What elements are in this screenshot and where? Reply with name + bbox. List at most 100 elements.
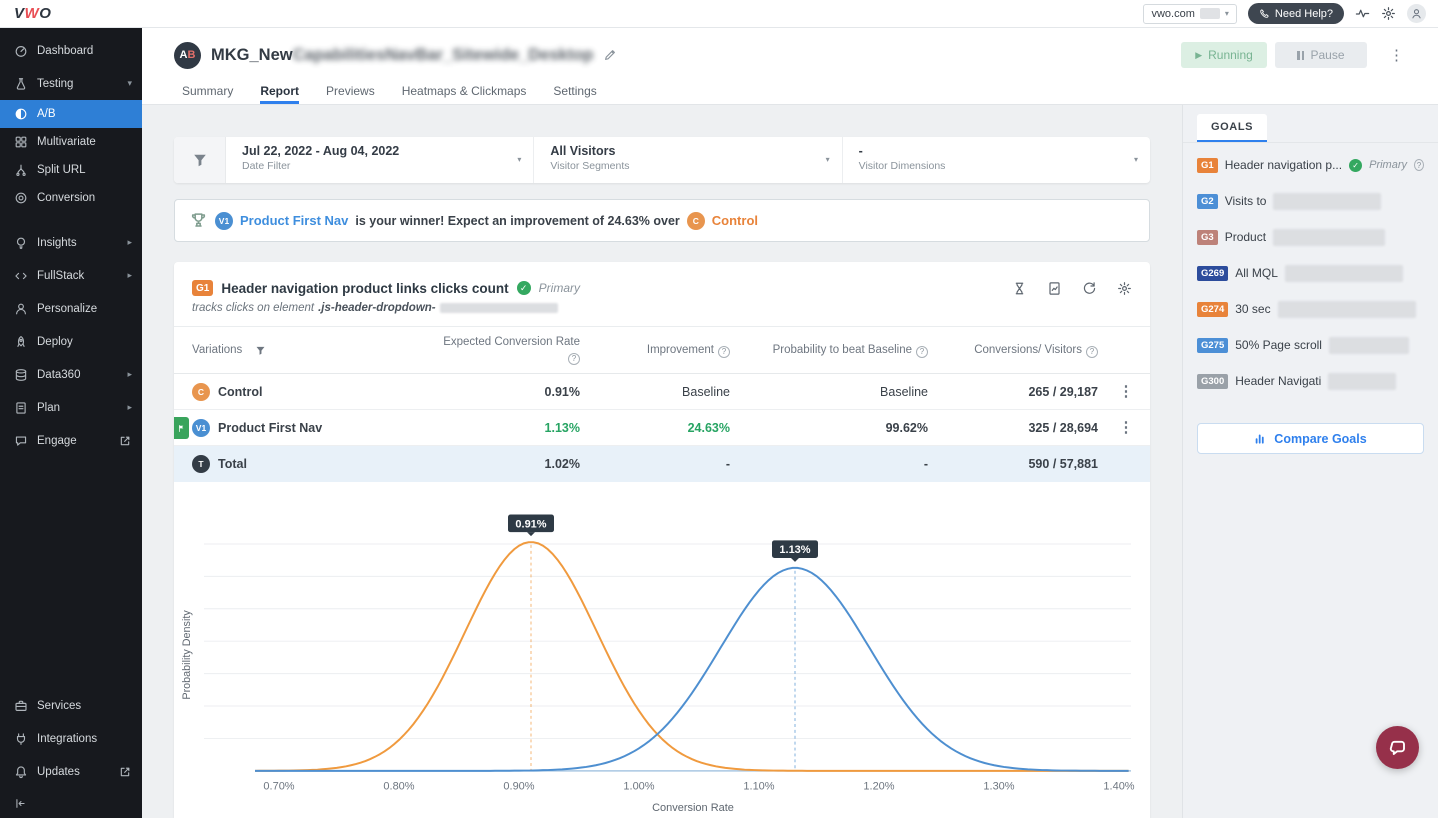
sidebar-item-engage[interactable]: Engage: [0, 424, 142, 457]
sidebar-item-ab[interactable]: A/B: [0, 100, 142, 128]
col-expected: Expected Conversion Rate?: [424, 335, 584, 364]
conversions: 325 / 28,694: [932, 421, 1102, 435]
sidebar-collapse-button[interactable]: [0, 788, 142, 818]
dimensions-dropdown[interactable]: - Visitor Dimensions ▾: [843, 137, 1150, 183]
compare-goals-label: Compare Goals: [1274, 432, 1366, 446]
sidebar-item-insights[interactable]: Insights▸: [0, 226, 142, 259]
redacted-text: [1278, 301, 1416, 318]
redacted-text: [440, 303, 558, 313]
control-badge: C: [687, 212, 705, 230]
goal-list-item[interactable]: G3 Product: [1197, 227, 1424, 247]
winner-text: is your winner! Expect an improvement of…: [355, 214, 679, 228]
row-options-icon[interactable]: ⋮: [1119, 419, 1134, 436]
sidebar-item-plan[interactable]: Plan▸: [0, 391, 142, 424]
rocket-icon: [14, 335, 28, 349]
sidebar-item-updates[interactable]: Updates: [0, 755, 142, 788]
chevron-down-icon: ▾: [1225, 9, 1229, 18]
goal-list-item[interactable]: G300 Header Navigati: [1197, 371, 1424, 391]
col-improvement: Improvement?: [584, 343, 734, 358]
redacted-text: [1328, 373, 1396, 390]
redacted-text: [1273, 229, 1385, 246]
goal-list-item[interactable]: G274 30 sec: [1197, 299, 1424, 319]
sidebar-item-multivariate[interactable]: Multivariate: [0, 128, 142, 156]
goal-list-item[interactable]: G269 All MQL: [1197, 263, 1424, 283]
edit-title-icon[interactable]: [603, 48, 617, 62]
hourglass-icon[interactable]: [1012, 281, 1027, 296]
bar-chart-icon: [1254, 432, 1267, 445]
sidebar-item-label: Split URL: [37, 164, 86, 176]
svg-text:0.91%: 0.91%: [515, 518, 546, 530]
gear-icon[interactable]: [1117, 281, 1132, 296]
tab-report[interactable]: Report: [260, 84, 299, 104]
svg-text:Probability Density: Probability Density: [181, 610, 193, 700]
compare-goals-button[interactable]: Compare Goals: [1197, 423, 1424, 454]
ab-test-icon: [14, 107, 28, 121]
external-link-icon: [118, 434, 132, 448]
sidebar-item-fullstack[interactable]: FullStack▸: [0, 259, 142, 292]
filter-bar: Jul 22, 2022 - Aug 04, 2022 Date Filter …: [174, 137, 1150, 183]
account-selector[interactable]: vwo.com ▾: [1143, 4, 1236, 24]
info-icon[interactable]: ?: [1414, 159, 1424, 171]
goal-list-item[interactable]: G1 Header navigation p... ✓ Primary ?: [1197, 155, 1424, 175]
goal-header: G1 Header navigation product links click…: [174, 262, 1150, 296]
refresh-icon[interactable]: [1082, 281, 1097, 296]
sidebar-item-label: Engage: [37, 435, 77, 447]
running-button[interactable]: ▶Running: [1181, 42, 1267, 68]
sidebar-item-label: Data360: [37, 369, 80, 381]
sidebar-item-services[interactable]: Services: [0, 689, 142, 722]
segments-dropdown[interactable]: All Visitors Visitor Segments ▾: [534, 137, 842, 183]
more-options-icon[interactable]: ⋮: [1389, 48, 1404, 63]
sidebar-item-testing[interactable]: Testing▾: [0, 67, 142, 100]
report-tabs: Summary Report Previews Heatmaps & Click…: [142, 74, 1438, 104]
tab-previews[interactable]: Previews: [326, 84, 375, 104]
sidebar-item-conversion[interactable]: Conversion: [0, 184, 142, 212]
chat-widget-button[interactable]: [1376, 726, 1419, 769]
row-options-icon[interactable]: ⋮: [1119, 383, 1134, 400]
report-icon[interactable]: [1047, 281, 1062, 296]
tab-heatmaps[interactable]: Heatmaps & Clickmaps: [402, 84, 527, 104]
page-header: AB MKG_NewCapabilitiesNavBar_Sitewide_De…: [142, 28, 1438, 105]
badge-letter: B: [188, 49, 196, 61]
table-header-row: Variations Expected Conversion Rate? Imp…: [174, 327, 1150, 374]
topbar-actions: vwo.com ▾ Need Help?: [1143, 3, 1426, 24]
date-filter-dropdown[interactable]: Jul 22, 2022 - Aug 04, 2022 Date Filter …: [226, 137, 534, 183]
info-icon[interactable]: ?: [1086, 346, 1098, 358]
sidebar-item-deploy[interactable]: Deploy: [0, 325, 142, 358]
user-avatar[interactable]: [1407, 4, 1426, 23]
tab-summary[interactable]: Summary: [182, 84, 233, 104]
external-link-icon: [118, 765, 132, 779]
tab-settings[interactable]: Settings: [553, 84, 596, 104]
svg-text:1.13%: 1.13%: [779, 544, 810, 556]
sidebar-item-integrations[interactable]: Integrations: [0, 722, 142, 755]
bulb-icon: [14, 236, 28, 250]
chevron-down-icon: ▾: [1134, 155, 1138, 164]
goal-list-item[interactable]: G2 Visits to: [1197, 191, 1424, 211]
svg-text:1.30%: 1.30%: [983, 781, 1014, 793]
sidebar-item-personalize[interactable]: Personalize: [0, 292, 142, 325]
experiment-title: MKG_NewCapabilitiesNavBar_Sitewide_Deskt…: [211, 46, 593, 65]
chevron-right-icon: ▸: [127, 237, 132, 248]
code-icon: [14, 269, 28, 283]
gear-icon[interactable]: [1381, 6, 1396, 21]
topbar: VWO vwo.com ▾ Need Help?: [0, 0, 1438, 28]
info-icon[interactable]: ?: [916, 346, 928, 358]
goal-list-item[interactable]: G275 50% Page scroll: [1197, 335, 1424, 355]
funnel-icon[interactable]: [255, 345, 266, 356]
need-help-button[interactable]: Need Help?: [1248, 3, 1344, 24]
pause-button[interactable]: Pause: [1275, 42, 1367, 68]
target-icon: [14, 191, 28, 205]
info-icon[interactable]: ?: [568, 353, 580, 365]
sidebar-item-split-url[interactable]: Split URL: [0, 156, 142, 184]
sidebar-item-data360[interactable]: Data360▸: [0, 358, 142, 391]
filter-icon-cell: [174, 137, 226, 183]
tab-goals[interactable]: GOALS: [1197, 114, 1267, 142]
activity-icon[interactable]: [1355, 6, 1370, 21]
info-icon[interactable]: ?: [718, 346, 730, 358]
variation-badge: V1: [192, 419, 210, 437]
title-redacted: CapabilitiesNavBar_Sitewide_Desktop: [293, 46, 594, 65]
flag-icon: [177, 424, 186, 433]
dimensions-value: -: [859, 144, 1120, 158]
sidebar-item-dashboard[interactable]: Dashboard: [0, 34, 142, 67]
trophy-icon: [189, 211, 208, 230]
sidebar-item-label: A/B: [37, 108, 56, 120]
